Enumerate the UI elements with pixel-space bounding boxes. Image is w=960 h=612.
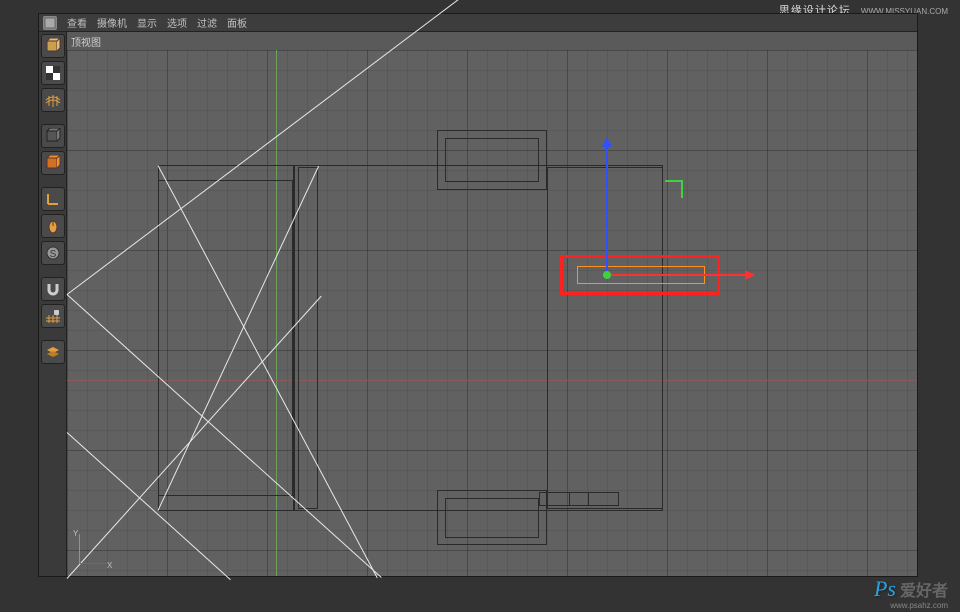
mini-axis-y	[79, 534, 80, 564]
menu-display[interactable]: 显示	[137, 15, 157, 30]
separator	[41, 331, 64, 337]
cube-orange-tool[interactable]	[41, 151, 65, 175]
wire-wheel-bottom-inner	[445, 498, 539, 538]
wire-hood2	[298, 167, 318, 509]
menu-panel[interactable]: 面板	[227, 15, 247, 30]
gizmo-x-axis-arrow[interactable]	[607, 274, 747, 276]
viewport-label: 顶视图	[71, 34, 101, 49]
app-logo-icon	[43, 16, 57, 30]
mini-axis-x-label: X	[107, 561, 112, 570]
page-background: 思缘设计论坛 WWW.MISSYUAN.COM 查看 摄像机 显示 选项 过滤 …	[0, 0, 960, 612]
svg-text:S: S	[50, 249, 57, 260]
watermark-bottom: Ps 爱好者	[874, 576, 948, 602]
viewport-container: 顶视图	[67, 32, 917, 576]
menu-options[interactable]: 选项	[167, 15, 187, 30]
grid-surface-tool[interactable]	[41, 88, 65, 112]
wire-bumper-seg	[569, 492, 589, 506]
layers-tool[interactable]	[41, 340, 65, 364]
magnet-snap-tool[interactable]	[41, 277, 65, 301]
separator	[41, 268, 64, 274]
separator	[41, 115, 64, 121]
menu-bar: 查看 摄像机 显示 选项 过滤 面板	[39, 14, 917, 32]
menu-filter[interactable]: 过滤	[197, 15, 217, 30]
scale-circle-tool[interactable]: S	[41, 241, 65, 265]
menu-view[interactable]: 查看	[67, 15, 87, 30]
viewport-mini-axis: X Y	[73, 530, 113, 570]
watermark-bottom-url: www.psahz.com	[890, 601, 948, 610]
wire-hood	[547, 167, 663, 509]
mini-axis-x	[79, 563, 109, 564]
cube-primitive-tool[interactable]	[41, 34, 65, 58]
cube-dark-tool[interactable]	[41, 124, 65, 148]
checker-tool[interactable]	[41, 61, 65, 85]
menu-camera[interactable]: 摄像机	[97, 15, 127, 30]
gizmo-z-axis-arrow[interactable]	[606, 145, 608, 275]
workspace: S 顶视图	[39, 32, 917, 576]
tool-palette: S	[39, 32, 67, 576]
viewport[interactable]: X Y	[67, 50, 917, 576]
wire-door	[158, 180, 293, 496]
mini-axis-y-label: Y	[73, 529, 78, 538]
watermark-ps-logo: Ps	[874, 576, 896, 602]
watermark-cn-text: 爱好者	[900, 577, 948, 601]
axis-move-tool[interactable]	[41, 187, 65, 211]
app-window: 查看 摄像机 显示 选项 过滤 面板 S	[38, 13, 918, 577]
separator	[41, 178, 64, 184]
gizmo-origin-icon[interactable]	[603, 271, 611, 279]
wire-wheel-top-inner	[445, 138, 539, 182]
mouse-tool[interactable]	[41, 214, 65, 238]
lock-grid-tool[interactable]	[41, 304, 65, 328]
gizmo-plane-handle-icon[interactable]	[665, 180, 683, 198]
